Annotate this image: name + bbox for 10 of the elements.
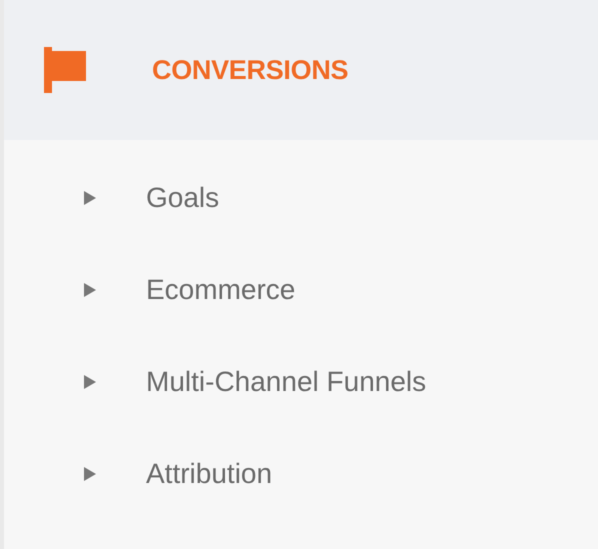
menu-item[interactable]: Attribution [146, 453, 272, 495]
section-title: CONVERSIONS [152, 54, 348, 87]
caret-icon[interactable] [84, 283, 96, 297]
caret-icon[interactable] [84, 191, 96, 205]
menu-item[interactable]: Ecommerce [146, 269, 296, 311]
section-header[interactable]: CONVERSIONS [4, 0, 598, 140]
caret-icon[interactable] [84, 467, 96, 481]
caret-icon[interactable] [84, 375, 96, 389]
menu-item[interactable]: Multi-Channel Funnels [146, 361, 426, 403]
menu-item[interactable]: Goals [146, 177, 220, 219]
